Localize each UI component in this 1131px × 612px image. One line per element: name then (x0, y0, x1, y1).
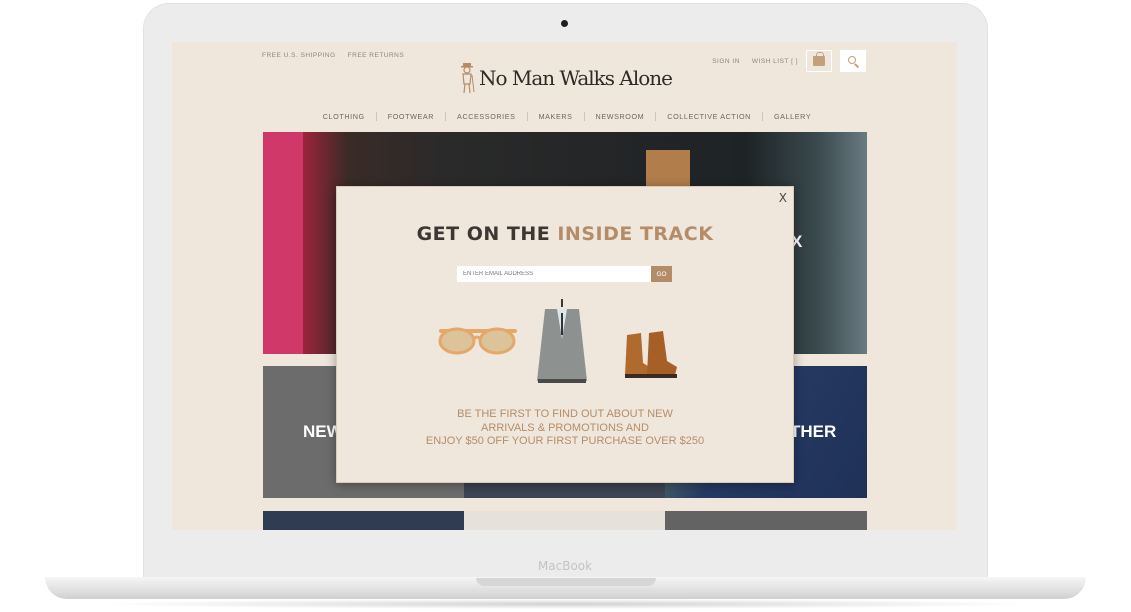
account-bar: SIGN IN WISH LIST [ ] (712, 50, 866, 72)
search-button[interactable] (840, 50, 866, 72)
suit-jacket-image (537, 299, 587, 383)
laptop-shadow (90, 599, 1040, 609)
wish-list-link[interactable]: WISH LIST [ ] (752, 58, 798, 65)
browser-screen: FREE U.S. SHIPPING FREE RETURNS SIGN IN … (172, 42, 957, 530)
sign-in-link[interactable]: SIGN IN (712, 58, 740, 65)
modal-title: GET ON THE INSIDE TRACK (337, 223, 793, 245)
site-logo[interactable]: No Man Walks Alone (459, 62, 673, 94)
logo-text: No Man Walks Alone (479, 66, 673, 90)
sunglasses-image (438, 327, 517, 355)
free-returns-link[interactable]: FREE RETURNS (348, 52, 405, 59)
email-signup-form: GO (457, 266, 672, 282)
lower-tile-right[interactable] (665, 511, 867, 530)
nav-item-makers[interactable]: MAKERS (528, 112, 584, 121)
lower-tile-middle[interactable] (464, 511, 665, 530)
product-showcase (438, 299, 677, 383)
newsletter-modal: X GET ON THE INSIDE TRACK GO (336, 186, 794, 483)
hero-pink-door (263, 132, 303, 354)
email-field[interactable] (457, 266, 651, 282)
hero-wooden-door (646, 150, 690, 188)
main-nav: CLOTHING FOOTWEAR ACCESSORIES MAKERS NEW… (302, 112, 832, 121)
go-button[interactable]: GO (651, 266, 672, 282)
promo-line-1: BE THE FIRST TO FIND OUT ABOUT NEW (457, 408, 673, 420)
leather-tile-text: THER (790, 422, 837, 441)
modal-title-text: GET ON THE (416, 223, 558, 245)
camera (561, 20, 568, 27)
promo-message: BE THE FIRST TO FIND OUT ABOUT NEW ARRIV… (337, 408, 793, 449)
close-icon[interactable]: X (779, 191, 787, 205)
modal-title-accent: INSIDE TRACK (557, 223, 714, 245)
nav-item-collective-action[interactable]: COLLECTIVE ACTION (656, 112, 762, 121)
nav-item-accessories[interactable]: ACCESSORIES (446, 112, 527, 121)
lower-tile-left[interactable] (263, 511, 464, 530)
gentleman-logo-icon (461, 63, 475, 94)
nav-item-newsroom[interactable]: NEWSROOM (585, 112, 656, 121)
shipping-info: FREE U.S. SHIPPING FREE RETURNS (262, 52, 404, 59)
boots-image (625, 331, 677, 378)
device-brand-label: MacBook (537, 559, 593, 573)
nav-item-gallery[interactable]: GALLERY (763, 112, 822, 121)
cart-button[interactable] (806, 50, 832, 72)
free-shipping-link[interactable]: FREE U.S. SHIPPING (262, 52, 336, 59)
promo-line-2: ARRIVALS & PROMOTIONS AND (481, 421, 649, 434)
laptop-notch (476, 578, 656, 586)
nav-item-clothing[interactable]: CLOTHING (312, 112, 376, 121)
shopping-bag-icon (813, 52, 825, 66)
nav-item-footwear[interactable]: FOOTWEAR (377, 112, 445, 121)
search-icon (848, 56, 856, 64)
promo-line-3: ENJOY $50 OFF YOUR FIRST PURCHASE OVER $… (425, 435, 705, 447)
